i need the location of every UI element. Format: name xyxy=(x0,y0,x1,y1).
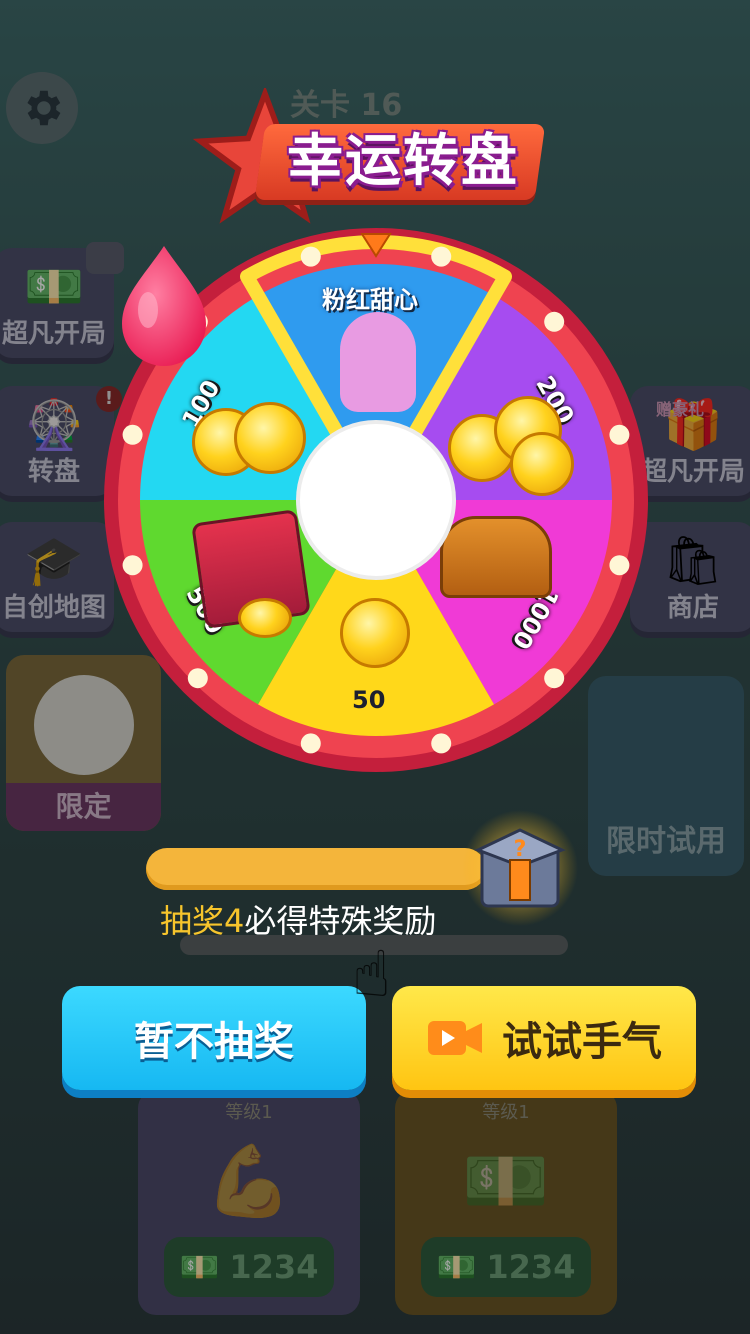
rim-light-bulb xyxy=(609,424,630,445)
segment-label-50: 50 xyxy=(352,686,386,714)
watch-ad-spin-button[interactable]: 试试手气 xyxy=(392,986,696,1090)
wheel-hub xyxy=(300,424,452,576)
coin-icon xyxy=(234,402,306,474)
rim-light-bulb xyxy=(609,555,630,576)
reward-count: 4 xyxy=(224,902,245,940)
skip-draw-label: 暂不抽奖 xyxy=(134,1019,294,1065)
rim-light-bulb xyxy=(122,555,143,576)
rim-light-bulb xyxy=(300,246,321,267)
mystery-chest-icon: ? xyxy=(462,810,578,926)
reward-suffix: 必得特殊奖励 xyxy=(244,902,437,940)
treasure-chest-icon xyxy=(440,516,552,598)
reward-prefix: 抽奖 xyxy=(160,902,225,940)
rim-light-bulb xyxy=(544,311,565,332)
pointer-arrow-icon xyxy=(360,233,392,258)
svg-text:?: ? xyxy=(514,837,527,862)
coin-icon xyxy=(510,432,574,496)
segment-label-pink-sweetheart: 粉红甜心 xyxy=(322,286,418,314)
lucky-wheel[interactable]: 粉红甜心 200 1000 50 500 100 xyxy=(102,226,650,774)
lucky-wheel-title-banner: 幸运转盘 xyxy=(190,88,560,224)
skip-draw-button[interactable]: 暂不抽奖 xyxy=(62,986,366,1090)
rim-light-bulb xyxy=(431,246,452,267)
rim-light-bulb xyxy=(300,733,321,754)
watch-ad-spin-label: 试试手气 xyxy=(502,1019,662,1065)
rim-light-bulb xyxy=(544,668,565,689)
special-reward-text: 抽奖4必得特殊奖励 xyxy=(160,896,436,942)
spin-drop-icon[interactable] xyxy=(102,226,226,376)
video-camera-icon xyxy=(428,1021,482,1055)
tutorial-hand-icon: ☝ xyxy=(352,938,391,1012)
coin-icon xyxy=(238,598,292,638)
rim-light-bulb xyxy=(187,668,208,689)
rim-light-bulb xyxy=(122,424,143,445)
popup-title: 幸运转盘 xyxy=(287,129,519,194)
pink-character-icon xyxy=(340,312,416,412)
draw-progress-bar xyxy=(146,848,486,890)
rim-light-bulb xyxy=(431,733,452,754)
coin-icon xyxy=(340,598,410,668)
